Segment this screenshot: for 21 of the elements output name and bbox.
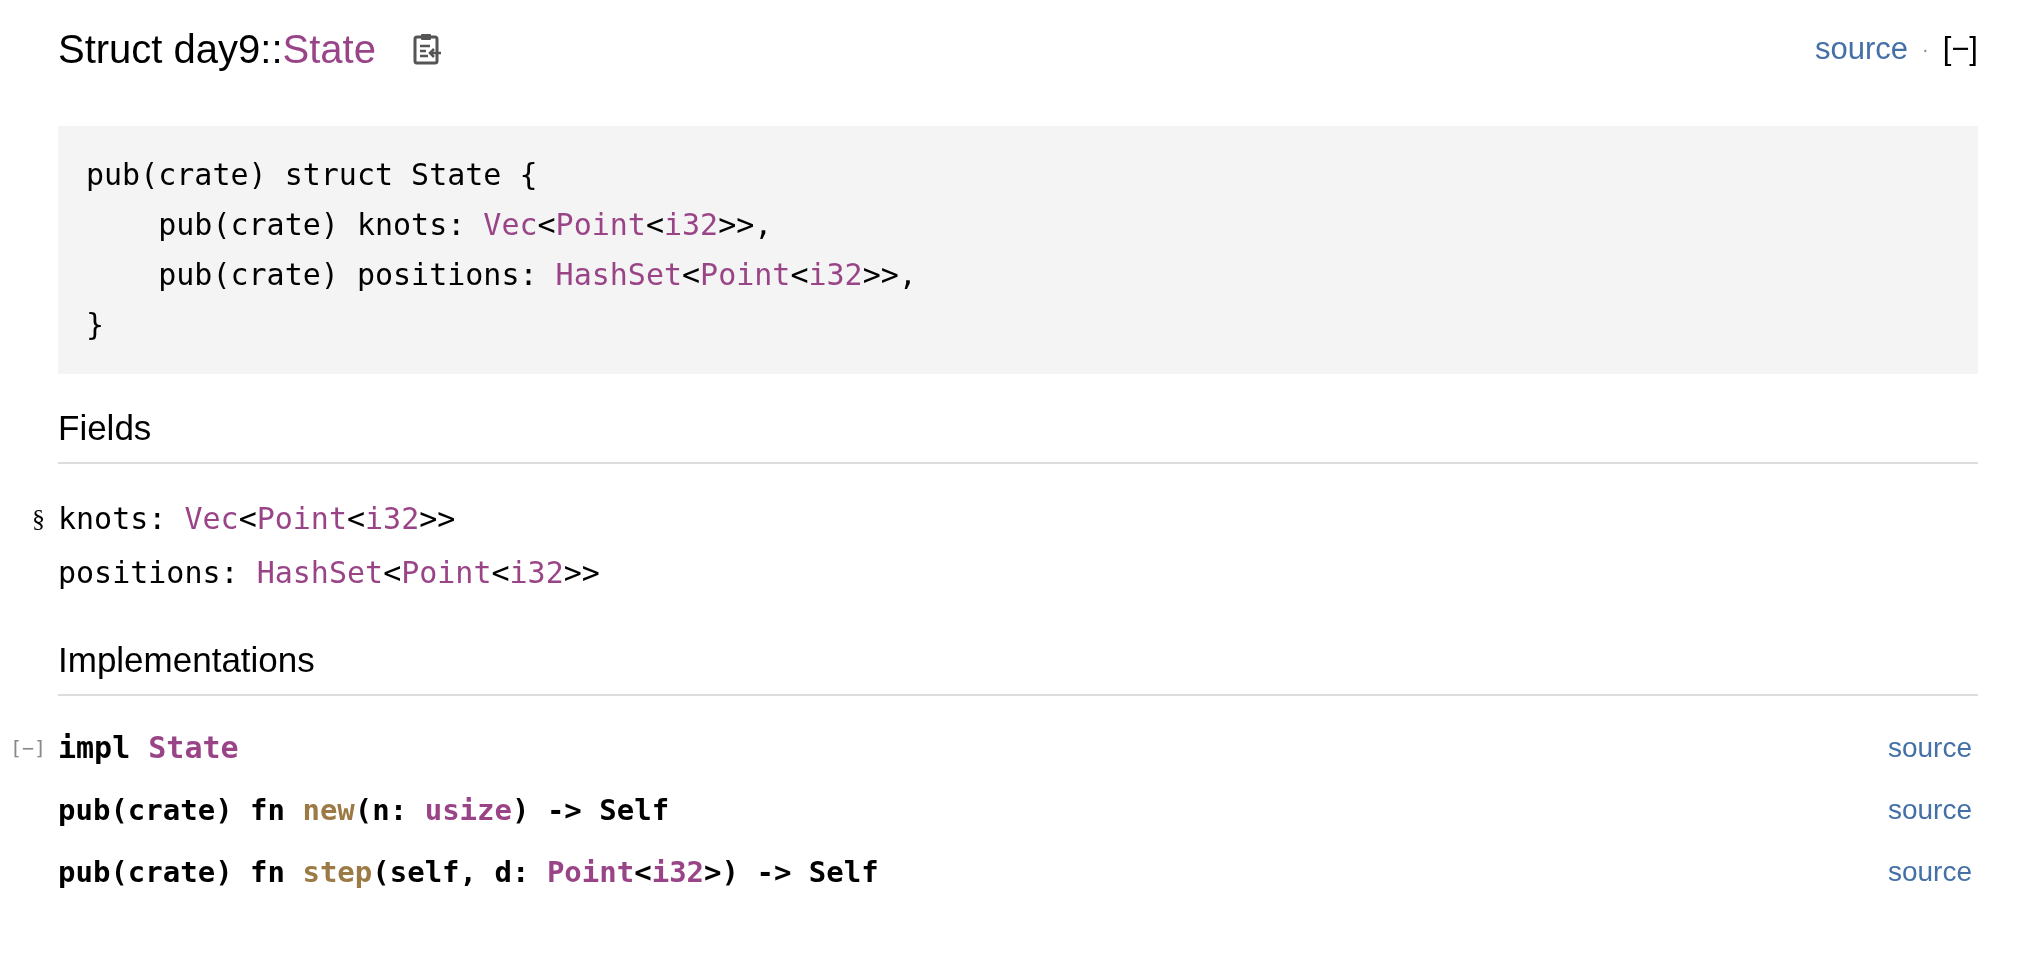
separator-dot: ·: [1922, 37, 1929, 61]
field-signature: knots: Vec<Point<i32>>: [58, 500, 456, 538]
field-signature: positions: HashSet<Point<i32>>: [58, 554, 600, 592]
code-line: pub(crate) knots: Vec<Point<i32>>,: [157, 206, 774, 244]
code-line: pub(crate) positions: HashSet<Point<i32>>,: [157, 256, 918, 294]
clipboard-icon[interactable]: [411, 32, 442, 66]
impl-signature: impl State: [58, 730, 239, 765]
page-title: Struct day9::State: [58, 26, 376, 72]
code-line: }: [86, 306, 106, 344]
collapse-toggle[interactable]: [−]: [1942, 31, 1978, 67]
source-link[interactable]: source: [1814, 31, 1908, 67]
collapse-toggle[interactable]: [−]: [10, 735, 47, 760]
source-link[interactable]: source: [1887, 856, 1978, 888]
source-link[interactable]: source: [1887, 731, 1978, 764]
section-heading: Implementations: [58, 640, 1978, 696]
source-link[interactable]: source: [1887, 794, 1978, 826]
code-line: pub(crate) struct State {: [86, 156, 539, 194]
anchor-link[interactable]: §: [32, 494, 45, 543]
method-signature: pub(crate) fn step(self, d: Point<i32>) -> Self: [58, 855, 879, 889]
section-heading: Fields: [58, 408, 1978, 464]
method-signature: pub(crate) fn new(n: usize) -> Self: [58, 793, 670, 827]
